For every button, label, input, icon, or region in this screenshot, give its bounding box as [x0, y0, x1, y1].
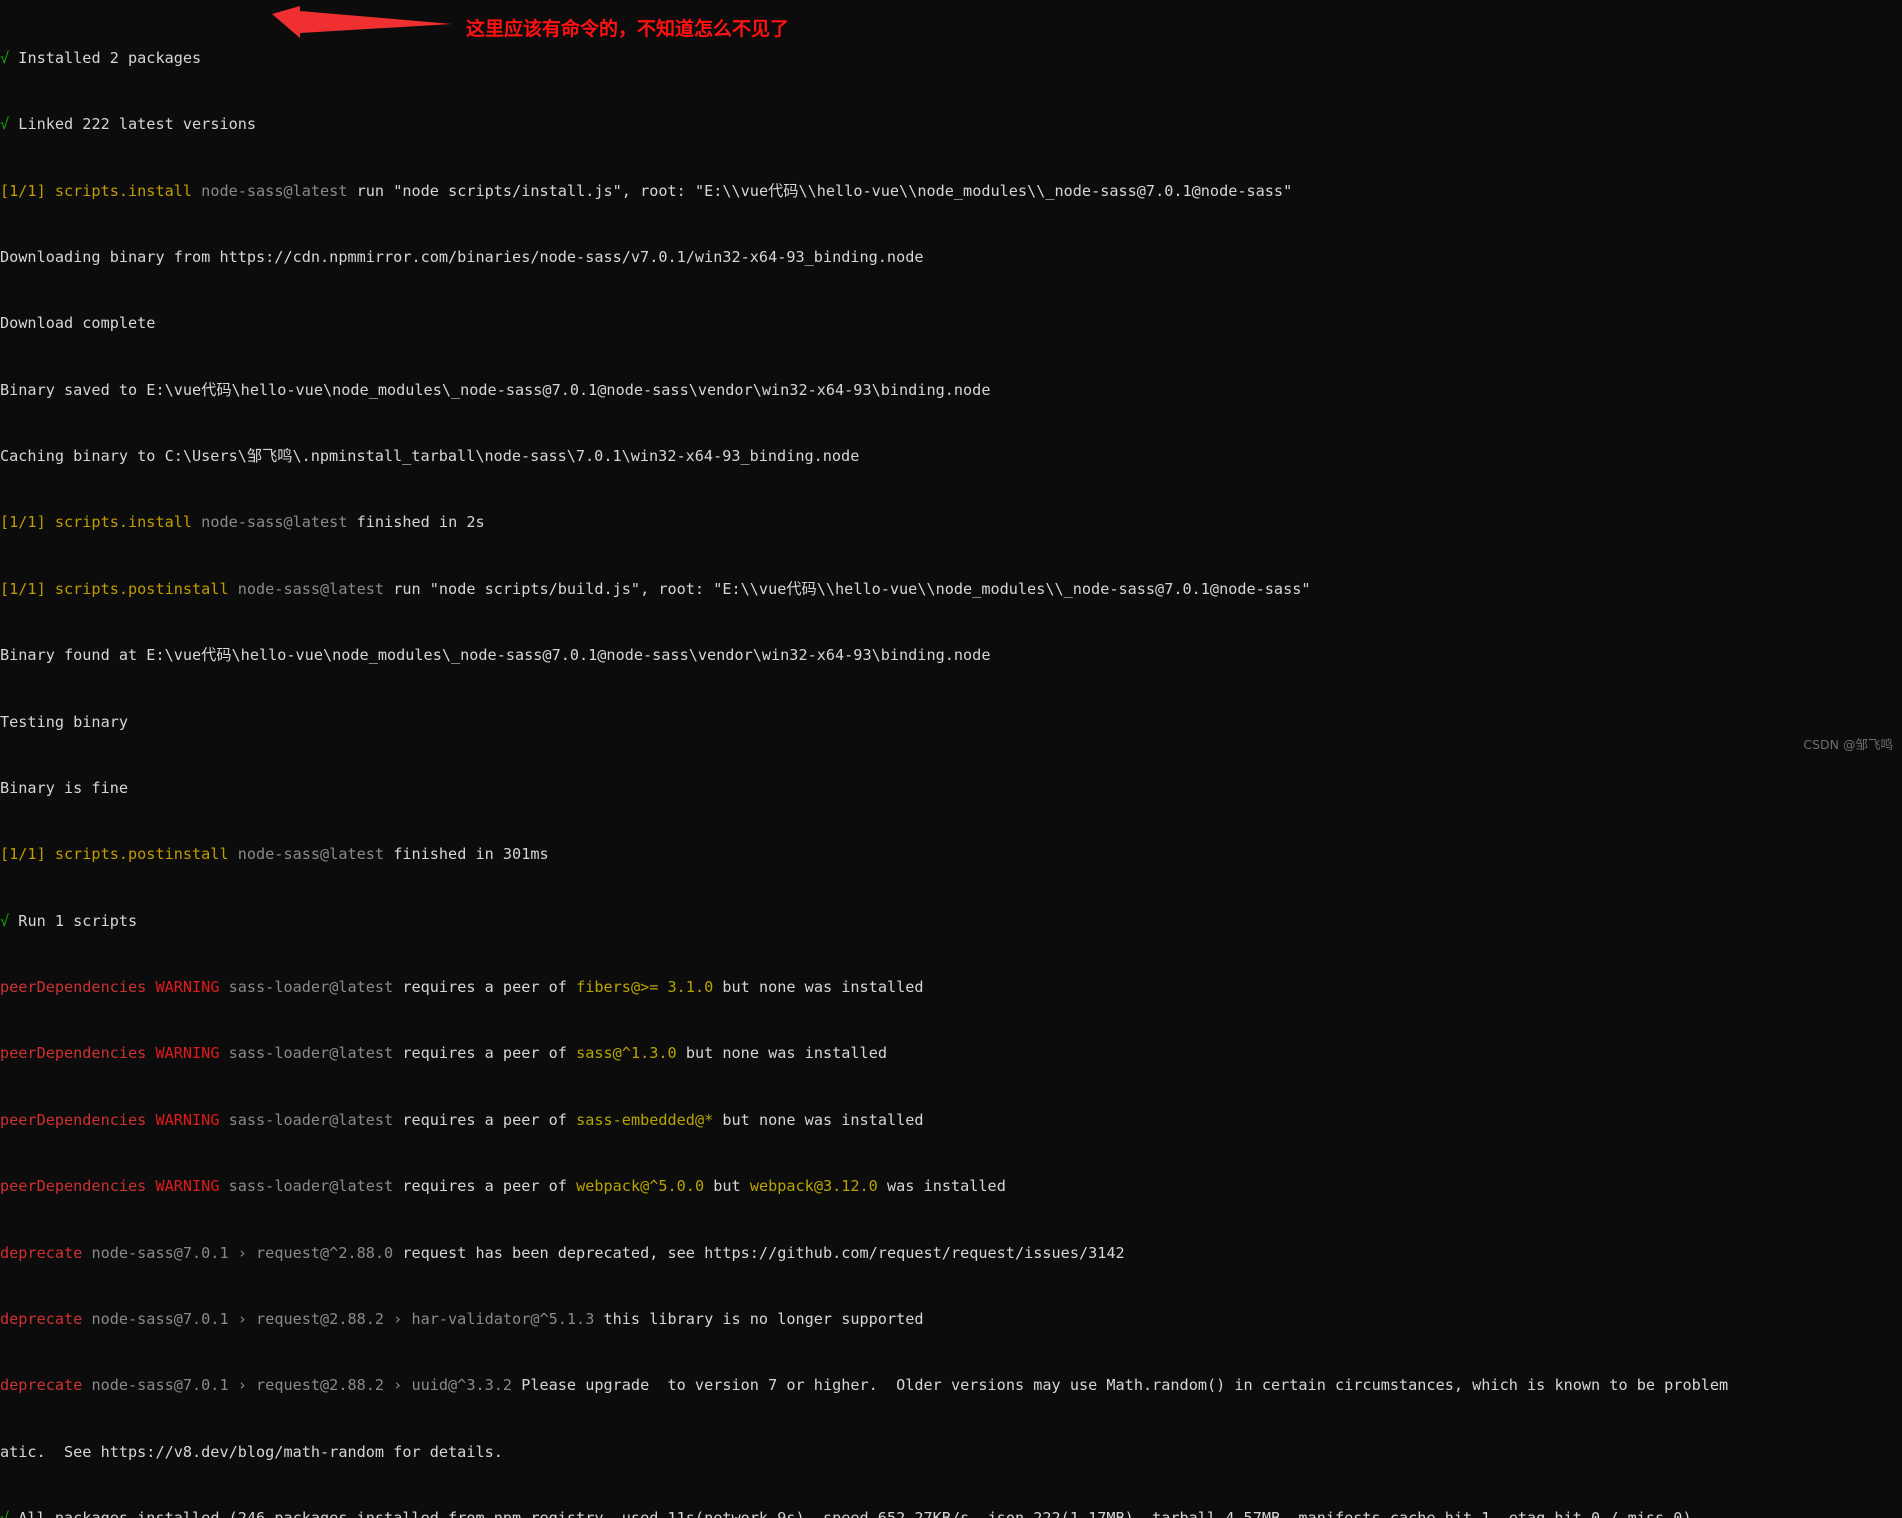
warning-line-webpack: peerDependencies WARNING sass-loader@lat…	[0, 1177, 1006, 1196]
log-line-download-complete: Download complete	[0, 314, 156, 333]
log-line-binary-found: Binary found at E:\vue代码\hello-vue\node_…	[0, 646, 991, 665]
log-line-script-postinstall-finished: [1/1] scripts.postinstall node-sass@late…	[0, 845, 549, 864]
warning-line-fibers: peerDependencies WARNING sass-loader@lat…	[0, 978, 924, 997]
log-line-downloading-binary: Downloading binary from https://cdn.npmm…	[0, 247, 924, 266]
log-line-script-postinstall-run: [1/1] scripts.postinstall node-sass@late…	[0, 579, 1311, 598]
warning-line-sass: peerDependencies WARNING sass-loader@lat…	[0, 1044, 887, 1063]
log-line-script-install-finished: [1/1] scripts.install node-sass@latest f…	[0, 513, 485, 532]
log-line-all-packages-installed: √ All packages installed (246 packages i…	[0, 1510, 1902, 1518]
deprecate-line-uuid-wrap: atic. See https://v8.dev/blog/math-rando…	[0, 1442, 503, 1461]
log-line-installed-packages: √ Installed 2 packages	[0, 48, 202, 67]
check-icon: √	[0, 911, 10, 930]
log-line-binary-saved: Binary saved to E:\vue代码\hello-vue\node_…	[0, 380, 991, 399]
log-line-caching-binary: Caching binary to C:\Users\邹飞鸣\.npminsta…	[0, 447, 860, 466]
deprecate-line-uuid: deprecate node-sass@7.0.1 › request@2.88…	[0, 1376, 1729, 1395]
deprecate-line-request: deprecate node-sass@7.0.1 › request@^2.8…	[0, 1243, 1125, 1262]
log-line-linked-versions: √ Linked 222 latest versions	[0, 115, 257, 134]
log-line-testing-binary: Testing binary	[0, 712, 129, 731]
log-line-script-install-run: [1/1] scripts.install node-sass@latest r…	[0, 181, 1293, 200]
terminal-output: √ Installed 2 packages √ Linked 222 late…	[0, 0, 1902, 1518]
check-icon: √	[0, 48, 10, 67]
check-icon: √	[0, 115, 10, 134]
check-icon: √	[0, 1509, 9, 1518]
watermark: CSDN @邹飞鸣	[1803, 737, 1893, 752]
log-line-binary-is-fine: Binary is fine	[0, 778, 129, 797]
log-line-run-scripts: √ Run 1 scripts	[0, 911, 138, 930]
deprecate-line-har-validator: deprecate node-sass@7.0.1 › request@2.88…	[0, 1309, 924, 1328]
warning-line-sass-embedded: peerDependencies WARNING sass-loader@lat…	[0, 1110, 924, 1129]
